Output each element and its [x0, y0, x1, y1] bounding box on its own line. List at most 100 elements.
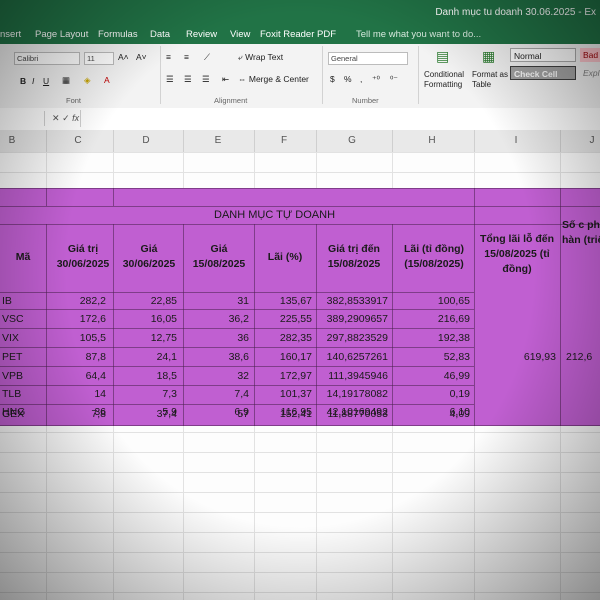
column-divider[interactable]	[113, 130, 114, 152]
font-shrink-icon[interactable]: A˅	[136, 52, 147, 62]
table-cell-gia-1508: 36,2	[228, 313, 249, 325]
decrease-decimal-icon[interactable]: ⁰⁻	[390, 74, 398, 85]
column-header-b[interactable]: B	[9, 135, 16, 146]
font-size-box[interactable]: 11	[84, 52, 114, 65]
ribbon: Calibri 11 A˄ A˅ B I U ▦ ◈ A Font ≡ ≡ ⟋ …	[0, 44, 600, 109]
bold-button[interactable]: B	[20, 76, 26, 86]
table-title: DANH MỤC TỰ DOANH	[214, 209, 336, 221]
format-as-table-icon[interactable]: ▦	[482, 48, 495, 65]
tab-review[interactable]: Review	[186, 29, 217, 40]
comma-button[interactable]: ,	[360, 74, 362, 84]
column-header-j[interactable]: J	[590, 135, 595, 146]
column-header-e[interactable]: E	[215, 135, 222, 146]
table-cell-gia-tri-den: 389,2909657	[326, 313, 388, 325]
table-cell-gia-1508: 7,4	[234, 388, 249, 400]
table-line	[0, 206, 600, 207]
table-cell-gia-tri-den: 382,8533917	[326, 295, 388, 307]
fill-color-icon[interactable]: ◈	[84, 75, 91, 86]
column-header-h[interactable]: H	[428, 135, 435, 146]
align-center-icon[interactable]: ☰	[184, 74, 192, 85]
ribbon-separator	[418, 46, 419, 104]
column-header-i[interactable]: I	[515, 135, 518, 146]
currency-icon[interactable]: $	[330, 74, 335, 84]
tab-insert[interactable]: nsert	[0, 29, 21, 40]
indent-icon[interactable]: ⇤	[222, 74, 229, 85]
underline-button[interactable]: U	[43, 76, 49, 86]
table-cell-gia-3006: 12,75	[150, 332, 177, 344]
style-check-cell[interactable]: Check Cell	[510, 66, 576, 80]
style-explanatory[interactable]: Expl	[580, 66, 600, 80]
table-line	[0, 224, 600, 225]
fx-icon[interactable]: fx	[72, 113, 79, 123]
font-color-icon[interactable]: A	[104, 75, 110, 85]
column-divider[interactable]	[46, 130, 47, 152]
name-box[interactable]	[0, 111, 45, 126]
total-profit-value: 619,93	[523, 351, 556, 363]
align-right-icon[interactable]: ☰	[202, 74, 210, 85]
style-bad[interactable]: Bad	[580, 48, 600, 62]
tab-formulas[interactable]: Formulas	[98, 29, 138, 40]
header-tong-lai: Tổng lãi lỗ đến 15/08/2025 (tỉ đồng)	[479, 233, 555, 275]
column-header-d[interactable]: D	[142, 135, 149, 146]
column-divider[interactable]	[392, 130, 393, 152]
column-divider[interactable]	[474, 130, 475, 152]
table-cell-gia-1508: 57	[237, 408, 249, 420]
table-cell-gia-1508: 38,6	[228, 351, 249, 363]
cancel-icon[interactable]: ✕	[52, 113, 60, 123]
italic-button[interactable]: I	[32, 76, 34, 86]
column-header-f[interactable]: F	[281, 135, 287, 146]
table-line	[0, 347, 474, 348]
column-header-g[interactable]: G	[348, 135, 356, 146]
column-headers: B C D E F G H I J	[0, 130, 600, 153]
table-cell-ma: VIX	[2, 332, 19, 344]
number-format-box[interactable]: General	[328, 52, 408, 65]
table-line	[560, 188, 561, 426]
format-as-table-button[interactable]: Format as Table	[472, 70, 508, 90]
font-name-box[interactable]: Calibri	[14, 52, 80, 65]
tab-view[interactable]: View	[230, 29, 250, 40]
table-row-last: GEX 7,8 37,4 57 152,41 11,88770053 4,09	[0, 407, 474, 425]
borders-icon[interactable]: ▦	[62, 75, 70, 86]
conditional-formatting-icon[interactable]: ▤	[436, 48, 449, 65]
table-cell-lai-ty: 46,99	[443, 370, 470, 382]
column-divider[interactable]	[183, 130, 184, 152]
wrap-text-button[interactable]: ⤶ Wrap Text	[238, 52, 283, 63]
column-divider[interactable]	[316, 130, 317, 152]
percent-button[interactable]: %	[344, 74, 352, 84]
wrap-text-label: Wrap Text	[245, 52, 284, 62]
table-cell-ma: PET	[2, 351, 23, 363]
tab-page-layout[interactable]: Page Layout	[35, 29, 88, 40]
header-gia-1508: Giá 15/08/2025	[192, 243, 246, 270]
table-line	[474, 188, 475, 426]
table-cell-gia-1508: 32	[237, 370, 249, 382]
column-divider[interactable]	[560, 130, 561, 152]
table-cell-ma: VSC	[2, 313, 24, 325]
tab-data[interactable]: Data	[150, 29, 170, 40]
tab-foxit-pdf[interactable]: Foxit Reader PDF	[260, 29, 336, 40]
enter-icon[interactable]: ✓	[62, 113, 70, 123]
table-line	[0, 425, 600, 426]
table-cell-gia-tri: 7,8	[91, 408, 106, 420]
column-divider[interactable]	[254, 130, 255, 152]
increase-decimal-icon[interactable]: ⁺⁰	[372, 74, 380, 85]
style-normal[interactable]: Normal	[510, 48, 576, 62]
table-cell-gia-tri-den: 111,3945946	[328, 370, 388, 382]
table-cell-lai-ty: 4,09	[449, 408, 470, 420]
orientation-icon[interactable]: ⟋	[204, 52, 210, 63]
table-cell-gia-tri: 64,4	[85, 370, 106, 382]
table-cell-gia-3006: 37,4	[156, 408, 177, 420]
align-middle-icon[interactable]: ≡	[184, 52, 189, 62]
tell-me-search[interactable]: Tell me what you want to do...	[356, 29, 481, 40]
number-group-label: Number	[352, 96, 379, 105]
font-grow-icon[interactable]: A˄	[118, 52, 129, 62]
conditional-formatting-button[interactable]: Conditional Formatting	[424, 70, 470, 90]
align-top-icon[interactable]: ≡	[166, 52, 171, 62]
align-left-icon[interactable]: ☰	[166, 74, 174, 85]
formula-input[interactable]	[80, 110, 600, 127]
header-ma: Mã	[15, 251, 31, 263]
column-header-c[interactable]: C	[74, 135, 81, 146]
table-cell-gia-3006: 18,5	[156, 370, 177, 382]
table-cell-lai-ty: 192,38	[437, 332, 470, 344]
merge-center-button[interactable]: ⇔ Merge & Center	[238, 74, 309, 84]
table-cell-gia-tri: 105,5	[79, 332, 106, 344]
